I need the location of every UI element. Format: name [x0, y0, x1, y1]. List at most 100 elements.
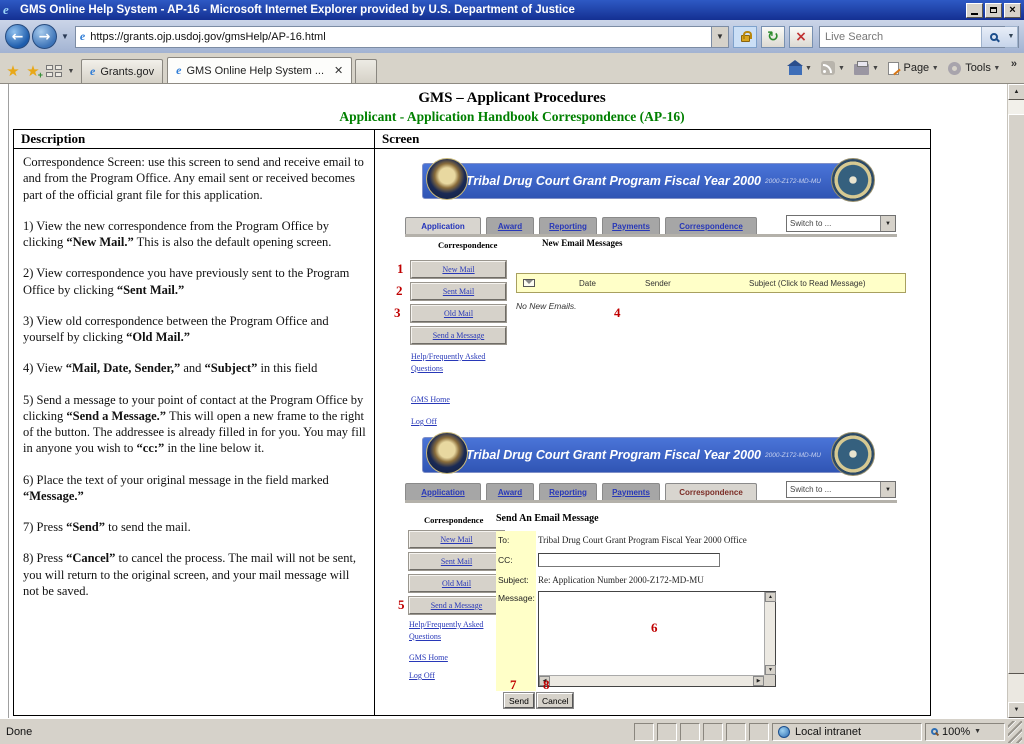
gms-home-link[interactable]: GMS Home: [409, 653, 448, 662]
page-menu-button[interactable]: Page: [888, 61, 929, 75]
forward-button[interactable]: →: [32, 24, 57, 49]
tools-menu-dropdown[interactable]: ▼: [991, 56, 1003, 80]
log-off-link[interactable]: Log Off: [411, 417, 437, 426]
scrollbar-track[interactable]: [1008, 100, 1024, 114]
help-faq-link[interactable]: Help/Frequently Asked Questions: [409, 619, 495, 642]
app-banner: Tribal Drug Court Grant Program Fiscal Y…: [422, 437, 865, 473]
resize-grip[interactable]: [1008, 720, 1022, 743]
log-off-link[interactable]: Log Off: [409, 671, 435, 680]
scroll-down-icon[interactable]: ▼: [765, 665, 776, 675]
cancel-button[interactable]: Cancel: [535, 692, 575, 709]
tools-menu-button[interactable]: Tools: [948, 61, 991, 75]
feeds-button[interactable]: [821, 61, 836, 75]
address-input[interactable]: e https://grants.ojp.usdoj.gov/gmsHelp/A…: [74, 25, 712, 48]
minimize-button[interactable]: [966, 2, 983, 18]
banner-title: Tribal Drug Court Grant Program Fiscal Y…: [465, 448, 761, 462]
quick-tabs-icon: [46, 65, 53, 70]
new-mail-label: New Mail: [440, 535, 473, 544]
lock-icon: [740, 31, 752, 42]
toolbar-overflow-chevron[interactable]: »: [1011, 58, 1017, 70]
minimize-icon: [971, 13, 978, 15]
new-tab-stub[interactable]: [355, 59, 378, 83]
zoom-dropdown-icon[interactable]: ▼: [974, 728, 981, 735]
send-a-message-button[interactable]: Send a Message: [408, 596, 505, 615]
page-scrollbar[interactable]: ▲ ▼: [1007, 84, 1024, 718]
refresh-button[interactable]: ↻: [761, 25, 785, 48]
cc-input[interactable]: [538, 553, 720, 567]
search-options-dropdown[interactable]: ▼: [1005, 25, 1018, 48]
sent-mail-button[interactable]: Sent Mail: [408, 552, 505, 571]
app-tab-payments[interactable]: Payments: [602, 483, 660, 500]
app-banner-text: Tribal Drug Court Grant Program Fiscal Y…: [423, 438, 864, 472]
stop-icon: ×: [795, 28, 807, 45]
old-mail-button[interactable]: Old Mail: [410, 304, 507, 323]
textarea-vscrollbar[interactable]: ▲ ▼: [764, 592, 776, 675]
message-textarea[interactable]: 6 ▲ ▼ ◀ ▶: [538, 591, 776, 687]
status-done-text: Done: [6, 725, 33, 738]
help-table: Description Screen Correspondence Screen…: [13, 129, 931, 716]
textarea-hscrollbar[interactable]: ◀ ▶: [539, 675, 764, 686]
print-button[interactable]: [854, 61, 870, 75]
old-mail-button[interactable]: Old Mail: [408, 574, 505, 593]
scroll-up-icon[interactable]: ▲: [1008, 84, 1024, 100]
stop-button[interactable]: ×: [789, 25, 813, 48]
restore-icon: [990, 7, 997, 13]
quick-tabs-button[interactable]: [43, 59, 65, 83]
forward-icon: →: [38, 28, 51, 45]
annotation-4: 4: [614, 305, 621, 320]
page-icon: [888, 61, 900, 75]
sent-mail-button[interactable]: Sent Mail: [410, 282, 507, 301]
banner-grant-number: 2000-Z172-MD-MU: [765, 451, 821, 459]
scroll-right-icon[interactable]: ▶: [753, 676, 764, 686]
add-favorite-button[interactable]: ★ +: [23, 59, 43, 83]
zoom-control[interactable]: 100% ▼: [925, 722, 1005, 741]
send-a-message-label: Send a Message: [430, 601, 483, 610]
no-new-emails-text: No New Emails.: [516, 301, 577, 311]
address-dropdown[interactable]: ▼: [712, 25, 729, 48]
home-button[interactable]: [787, 59, 804, 75]
help-faq-link[interactable]: Help/Frequently Asked Questions: [411, 351, 497, 374]
page-menu-dropdown[interactable]: ▼: [929, 56, 941, 80]
app-tab-correspondence[interactable]: Correspondence: [665, 217, 757, 234]
app-tab-payments[interactable]: Payments: [602, 217, 660, 234]
app-tab-reporting[interactable]: Reporting: [539, 483, 597, 500]
send-a-message-button[interactable]: Send a Message: [410, 326, 507, 345]
annotation-7: 7: [510, 677, 517, 692]
scroll-up-icon[interactable]: ▲: [765, 592, 776, 602]
favorites-star-icon: ★: [6, 63, 20, 80]
back-button[interactable]: ←: [5, 24, 30, 49]
favorites-center-button[interactable]: ★: [3, 59, 23, 83]
security-lock-button[interactable]: [733, 25, 757, 48]
browser-tab-grants-gov[interactable]: e Grants.gov: [81, 59, 164, 83]
new-mail-button[interactable]: New Mail: [408, 530, 505, 549]
app-tab-application[interactable]: Application: [405, 483, 481, 500]
app-tab-reporting[interactable]: Reporting: [539, 217, 597, 234]
tab-close-icon[interactable]: ✕: [334, 64, 343, 77]
app-tab-award[interactable]: Award: [486, 483, 534, 500]
print-dropdown[interactable]: ▼: [869, 56, 881, 80]
new-mail-button[interactable]: New Mail: [410, 260, 507, 279]
feeds-dropdown[interactable]: ▼: [835, 56, 847, 80]
scrollbar-thumb[interactable]: [1008, 114, 1024, 674]
scroll-down-icon[interactable]: ▼: [1008, 702, 1024, 718]
intranet-zone-icon: [778, 725, 790, 738]
send-button[interactable]: Send: [503, 692, 535, 709]
to-label: To:: [498, 535, 510, 545]
app-tab-label: Award: [497, 487, 523, 497]
app-tab-award[interactable]: Award: [486, 217, 534, 234]
gms-home-link[interactable]: GMS Home: [411, 395, 450, 404]
restore-button[interactable]: [985, 2, 1002, 18]
home-dropdown[interactable]: ▼: [802, 56, 814, 80]
live-search-box[interactable]: Live Search ▼: [819, 25, 1019, 48]
sent-mail-label: Sent Mail: [442, 287, 475, 296]
search-go-button[interactable]: [981, 26, 1005, 47]
tab-list-dropdown[interactable]: ▼: [65, 59, 77, 83]
history-dropdown[interactable]: ▼: [61, 32, 69, 41]
close-button[interactable]: ×: [1004, 2, 1021, 18]
app-tab-correspondence[interactable]: Correspondence: [665, 483, 757, 500]
tab-label: Grants.gov: [100, 65, 155, 78]
switch-to-select[interactable]: Switch to ... ▼: [786, 481, 896, 498]
switch-to-select[interactable]: Switch to ... ▼: [786, 215, 896, 232]
app-tab-application[interactable]: Application: [405, 217, 481, 234]
browser-tab-gms-help[interactable]: e GMS Online Help System ... ✕: [167, 57, 353, 83]
